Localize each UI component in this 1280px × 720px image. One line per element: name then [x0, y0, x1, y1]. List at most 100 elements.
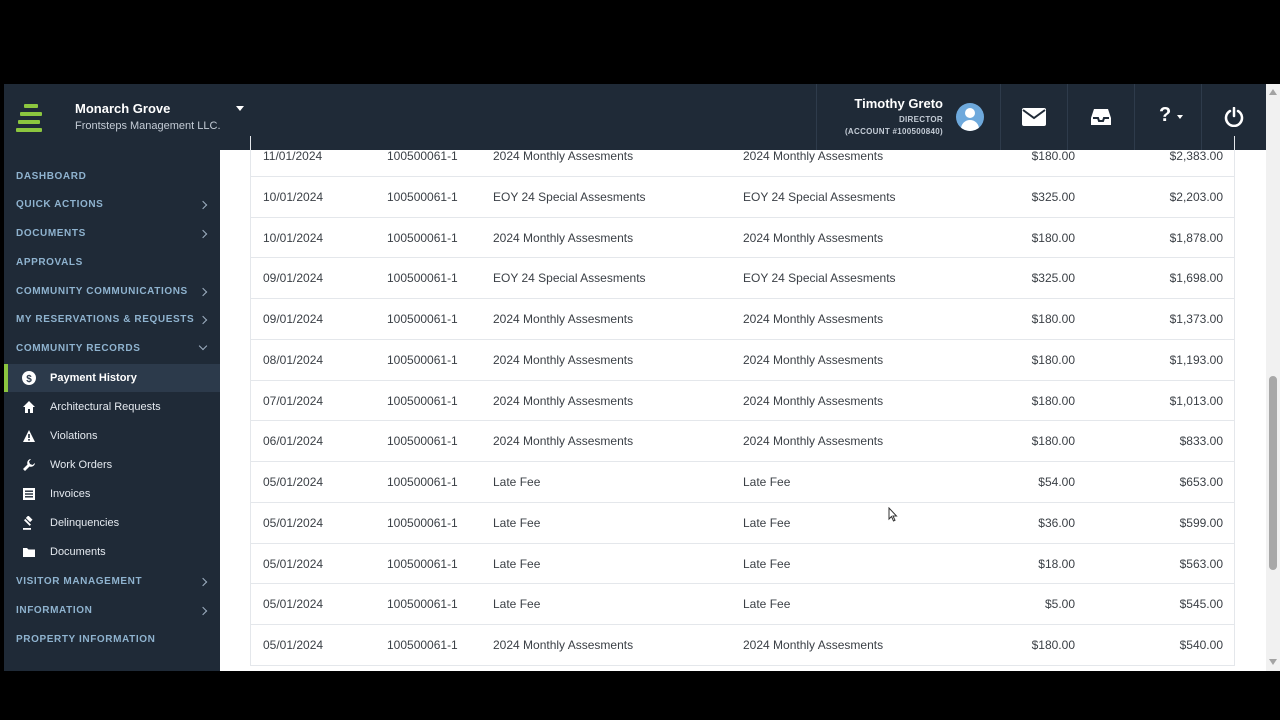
cell-balance: $2,383.00: [1169, 149, 1223, 163]
cell-balance: $653.00: [1179, 475, 1223, 489]
sidebar-section-label: APPROVALS: [16, 257, 83, 268]
cell-balance: $833.00: [1179, 434, 1223, 449]
sidebar-item-quick-actions[interactable]: QUICK ACTIONS: [4, 193, 220, 217]
sidebar-item-property-information[interactable]: PROPERTY INFORMATION: [4, 628, 220, 652]
table-row[interactable]: 09/01/2024 100500061-1 EOY 24 Special Asse…: [251, 258, 1234, 299]
sidebar-item-information[interactable]: INFORMATION: [4, 599, 220, 623]
sidebar-item-label: Architectural Requests: [50, 401, 161, 413]
app-window: Monarch Grove Frontsteps Management LLC.…: [4, 84, 1266, 671]
sidebar-item-dashboard[interactable]: DASHBOARD: [4, 165, 220, 189]
cell-balance: $545.00: [1179, 597, 1223, 612]
svg-text:$: $: [26, 374, 32, 385]
cell-memo: EOY 24 Special Assesments: [743, 189, 896, 204]
cell-balance: $1,698.00: [1169, 271, 1223, 286]
table-row[interactable]: 08/01/2024 100500061-1 2024 Monthly Assesm…: [251, 340, 1234, 381]
cell-amount: $180.00: [1031, 352, 1075, 367]
cell-account: 100500061-1: [387, 312, 458, 326]
table-row[interactable]: 09/01/2024 100500061-1 2024 Monthly Assesm…: [251, 299, 1234, 340]
scrollbar-thumb[interactable]: [1269, 376, 1277, 570]
cell-balance: $1,878.00: [1169, 230, 1223, 245]
cell-amount: $180.00: [1031, 434, 1075, 449]
sidebar-nav: DASHBOARD QUICK ACTIONS DOCUMENTS APPROV…: [4, 150, 220, 671]
cell-date: 05/01/2024: [263, 515, 324, 530]
user-name: Timothy Greto: [854, 96, 943, 111]
cell-description: Late Fee: [493, 515, 541, 530]
table-row[interactable]: 10/01/2024 100500061-1 EOY 24 Special Asse…: [251, 177, 1234, 218]
folder-icon: [23, 548, 35, 557]
power-icon: [1224, 107, 1244, 127]
sidebar-item-violations[interactable]: Violations: [4, 422, 220, 450]
table-row[interactable]: 05/01/2024 100500061-1 2024 Monthly Assesm…: [251, 625, 1234, 666]
sidebar-item-my-reservations[interactable]: MY RESERVATIONS & REQUESTS: [4, 308, 220, 332]
community-switcher-caret-icon[interactable]: [236, 106, 244, 111]
cell-date: 09/01/2024: [263, 271, 324, 286]
cell-memo: Late Fee: [743, 556, 791, 571]
sidebar-section-label: INFORMATION: [16, 605, 93, 616]
dollar-icon: $: [22, 371, 36, 385]
sidebar-item-work-orders[interactable]: Work Orders: [4, 451, 220, 479]
cell-memo: 2024 Monthly Assesments: [743, 149, 884, 163]
sidebar-item-payment-history[interactable]: $ Payment History: [4, 364, 220, 392]
sidebar-item-approvals[interactable]: APPROVALS: [4, 251, 220, 275]
table-row[interactable]: 06/01/2024 100500061-1 2024 Monthly Assesm…: [251, 421, 1234, 462]
cell-account: 100500061-1: [387, 393, 458, 408]
sidebar-item-documents[interactable]: DOCUMENTS: [4, 222, 220, 246]
sidebar-item-delinquencies[interactable]: Delinquencies: [4, 509, 220, 537]
community-name[interactable]: Monarch Grove: [75, 101, 170, 116]
table-row[interactable]: 05/01/2024 100500061-1 Late Fee Late Fee $54…: [251, 462, 1234, 503]
cell-description: Late Fee: [493, 475, 541, 489]
sidebar-item-label: Work Orders: [50, 459, 113, 471]
page-scrollbar[interactable]: [1266, 84, 1280, 671]
cell-account: 100500061-1: [387, 352, 458, 367]
frontsteps-logo-icon[interactable]: [16, 104, 44, 132]
help-caret-icon: [1177, 115, 1183, 119]
home-icon: [23, 401, 35, 413]
main-content: 11/01/2024 100500061-1 2024 Monthly Assesm…: [220, 136, 1266, 671]
cell-account: 100500061-1: [387, 515, 458, 530]
table-row[interactable]: 05/01/2024 100500061-1 Late Fee Late Fee $5.…: [251, 584, 1234, 625]
cell-account: 100500061-1: [387, 189, 458, 204]
cell-memo: 2024 Monthly Assesments: [743, 312, 884, 326]
sidebar-item-label: Payment History: [50, 372, 137, 384]
table-row[interactable]: 07/01/2024 100500061-1 2024 Monthly Assesm…: [251, 381, 1234, 422]
inbox-icon: [1091, 109, 1111, 125]
sidebar-item-visitor-management[interactable]: VISITOR MANAGEMENT: [4, 570, 220, 594]
payment-history-table: 11/01/2024 100500061-1 2024 Monthly Assesm…: [250, 136, 1235, 666]
cell-memo: 2024 Monthly Assesments: [743, 230, 884, 245]
scroll-up-arrow-icon[interactable]: [1269, 89, 1277, 95]
sidebar-section-label: COMMUNITY RECORDS: [16, 343, 141, 354]
invoice-icon: [23, 488, 35, 500]
gavel-icon: [23, 516, 33, 530]
table-row[interactable]: 05/01/2024 100500061-1 Late Fee Late Fee $36…: [251, 503, 1234, 544]
cell-amount: $180.00: [1031, 230, 1075, 245]
help-question-icon: ?: [1159, 104, 1172, 126]
cell-date: 06/01/2024: [263, 434, 324, 449]
sidebar-item-invoices[interactable]: Invoices: [4, 480, 220, 508]
sidebar-item-label: Delinquencies: [50, 517, 120, 529]
sidebar-item-community-communications[interactable]: COMMUNITY COMMUNICATIONS: [4, 280, 220, 304]
sidebar-item-architectural-requests[interactable]: Architectural Requests: [4, 393, 220, 421]
cell-amount: $180.00: [1031, 312, 1075, 326]
sidebar-item-documents-records[interactable]: Documents: [4, 538, 220, 566]
cell-amount: $325.00: [1031, 271, 1075, 286]
chevron-right-icon: [198, 229, 208, 239]
cell-memo: Late Fee: [743, 597, 791, 612]
sidebar-item-community-records[interactable]: COMMUNITY RECORDS: [4, 337, 220, 361]
chevron-right-icon: [198, 577, 208, 587]
table-row[interactable]: 11/01/2024 100500061-1 2024 Monthly Assesm…: [251, 136, 1234, 177]
cell-amount: $36.00: [1038, 515, 1075, 530]
cell-description: Late Fee: [493, 556, 541, 571]
cell-account: 100500061-1: [387, 556, 458, 571]
scroll-down-arrow-icon[interactable]: [1269, 659, 1277, 665]
cell-memo: Late Fee: [743, 515, 791, 530]
cell-balance: $599.00: [1179, 515, 1223, 530]
cell-date: 10/01/2024: [263, 189, 324, 204]
avatar-icon[interactable]: [956, 103, 984, 131]
cell-amount: $180.00: [1031, 149, 1075, 163]
table-row[interactable]: 05/01/2024 100500061-1 Late Fee Late Fee $18…: [251, 544, 1234, 585]
sidebar-item-label: Documents: [50, 546, 106, 558]
cell-balance: $1,373.00: [1169, 312, 1223, 326]
table-row[interactable]: 10/01/2024 100500061-1 2024 Monthly Assesm…: [251, 218, 1234, 259]
cell-description: 2024 Monthly Assesments: [493, 149, 634, 163]
management-company: Frontsteps Management LLC.: [75, 120, 221, 132]
